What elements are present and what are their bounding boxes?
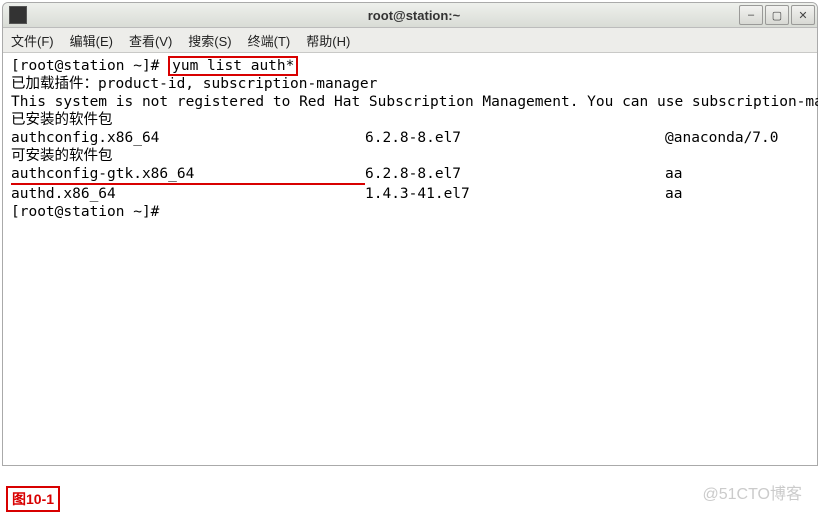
menu-search[interactable]: 搜索(S) bbox=[180, 31, 239, 50]
watermark: @51CTO博客 bbox=[702, 480, 802, 504]
package-name: authconfig-gtk.x86_64 bbox=[11, 165, 365, 185]
menu-help[interactable]: 帮助(H) bbox=[298, 31, 358, 50]
package-version: 6.2.8-8.el7 bbox=[365, 165, 665, 185]
close-button[interactable]: ✕ bbox=[791, 5, 815, 25]
shell-prompt: [root@station ~]# bbox=[11, 58, 168, 74]
package-row: authd.x86_641.4.3-41.el7aa bbox=[11, 185, 791, 203]
window-title: root@station:~ bbox=[11, 8, 817, 23]
section-header-installed: 已安装的软件包 bbox=[11, 112, 113, 128]
shell-prompt: [root@station ~]# bbox=[11, 204, 168, 220]
figure-label: 图10-1 bbox=[6, 486, 60, 512]
window-controls: – ▢ ✕ bbox=[737, 5, 815, 25]
package-repo: aa bbox=[665, 185, 791, 203]
titlebar[interactable]: root@station:~ – ▢ ✕ bbox=[3, 3, 817, 28]
package-name: authd.x86_64 bbox=[11, 185, 365, 203]
package-row: authconfig-gtk.x86_646.2.8-8.el7aa bbox=[11, 165, 791, 185]
menubar: 文件(F) 编辑(E) 查看(V) 搜索(S) 终端(T) 帮助(H) bbox=[3, 28, 817, 53]
package-repo: @anaconda/7.0 bbox=[665, 129, 791, 147]
output-line: 已加载插件：product-id, subscription-manager bbox=[11, 76, 377, 92]
section-header-available: 可安装的软件包 bbox=[11, 148, 113, 164]
menu-view[interactable]: 查看(V) bbox=[121, 31, 180, 50]
menu-file[interactable]: 文件(F) bbox=[3, 31, 62, 50]
maximize-button[interactable]: ▢ bbox=[765, 5, 789, 25]
package-version: 1.4.3-41.el7 bbox=[365, 185, 665, 203]
command-highlight: yum list auth* bbox=[168, 56, 298, 76]
terminal-output[interactable]: [root@station ~]# yum list auth* 已加载插件：p… bbox=[3, 53, 817, 465]
menu-terminal[interactable]: 终端(T) bbox=[240, 31, 299, 50]
menu-edit[interactable]: 编辑(E) bbox=[62, 31, 121, 50]
terminal-window: root@station:~ – ▢ ✕ 文件(F) 编辑(E) 查看(V) 搜… bbox=[2, 2, 818, 466]
minimize-button[interactable]: – bbox=[739, 5, 763, 25]
package-repo: aa bbox=[665, 165, 791, 185]
package-name: authconfig.x86_64 bbox=[11, 129, 365, 147]
package-version: 6.2.8-8.el7 bbox=[365, 129, 665, 147]
package-row: authconfig.x86_646.2.8-8.el7@anaconda/7.… bbox=[11, 129, 791, 147]
output-line: This system is not registered to Red Hat… bbox=[11, 94, 818, 110]
